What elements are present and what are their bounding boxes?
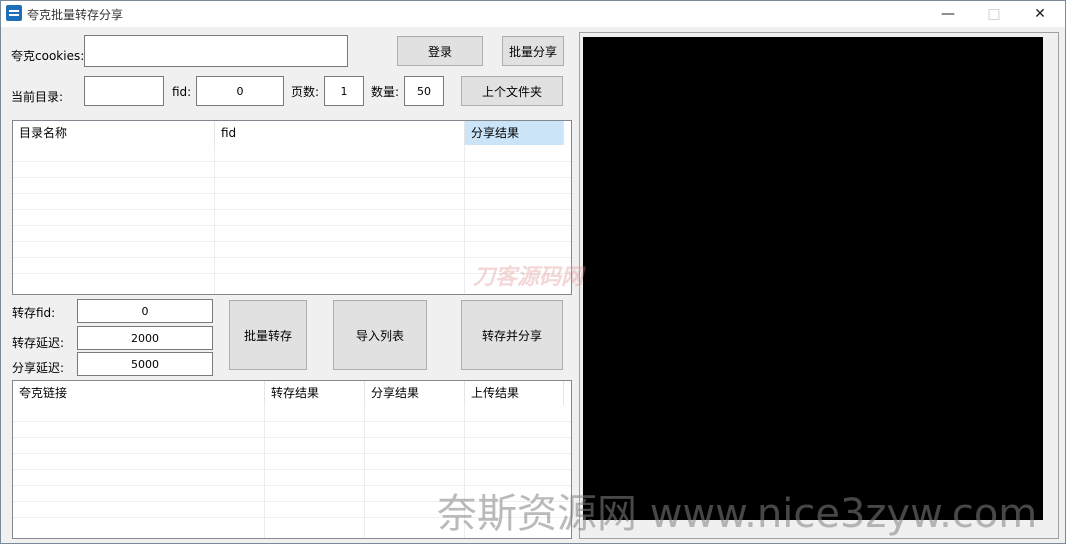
app-window: 夸克批量转存分享 — □ ✕ 夸克cookies: 登录 批量分享 当前目录: … [0,0,1066,544]
transfer-fid-input[interactable] [77,299,213,323]
current-dir-input[interactable] [84,76,164,106]
transfer-fid-label: 转存fid: [12,306,56,320]
count-label: 数量: [371,85,400,99]
close-icon[interactable]: ✕ [1017,1,1063,27]
app-logo-icon [6,5,22,21]
current-dir-label: 当前目录: [11,90,64,104]
cookies-label: 夸克cookies: [11,49,85,63]
title-bar: 夸克批量转存分享 — □ ✕ [1,1,1065,27]
watermark-bottom: 奈斯资源网 www.nice3zyw.com [437,491,1038,537]
column-header-quark-link[interactable]: 夸克链接 [13,381,265,405]
count-input[interactable] [404,76,444,106]
column-header-share-result[interactable]: 分享结果 [365,381,465,405]
transfer-delay-input[interactable] [77,326,213,350]
fid-label: fid: [172,85,192,99]
directory-table-header: 目录名称 fid 分享结果 [13,121,571,145]
pages-input[interactable] [324,76,364,106]
column-header-share-result[interactable]: 分享结果 [465,121,564,145]
minimize-icon[interactable]: — [925,1,971,27]
preview-panel [579,32,1059,539]
window-title: 夸克批量转存分享 [27,8,124,22]
column-header-upload-result[interactable]: 上传结果 [465,381,564,405]
batch-share-button[interactable]: 批量分享 [502,36,564,66]
batch-transfer-button[interactable]: 批量转存 [229,300,307,370]
watermark-center: 刀客源码网 [473,265,584,290]
parent-folder-button[interactable]: 上个文件夹 [461,76,563,106]
column-header-dir-name[interactable]: 目录名称 [13,121,215,145]
fid-input[interactable] [196,76,284,106]
cookies-input[interactable] [84,35,348,67]
column-header-transfer-result[interactable]: 转存结果 [265,381,365,405]
transfer-and-share-button[interactable]: 转存并分享 [461,300,563,370]
share-delay-label: 分享延迟: [12,361,65,375]
login-button[interactable]: 登录 [397,36,483,66]
import-list-button[interactable]: 导入列表 [333,300,427,370]
preview-area [583,37,1043,520]
link-table-header: 夸克链接 转存结果 分享结果 上传结果 [13,381,571,405]
pages-label: 页数: [291,85,320,99]
share-delay-input[interactable] [77,352,213,376]
maximize-icon[interactable]: □ [971,1,1017,27]
transfer-delay-label: 转存延迟: [12,336,65,350]
column-header-fid[interactable]: fid [215,121,465,145]
